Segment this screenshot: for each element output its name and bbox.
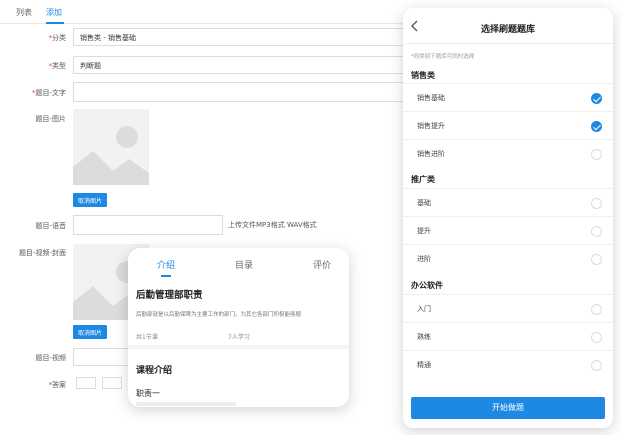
cancel-image-button[interactable]: 取消图片	[73, 193, 108, 207]
video-upload-field[interactable]	[73, 348, 133, 366]
image-placeholder-icon	[73, 109, 149, 185]
group-title: 推广类	[411, 175, 435, 184]
section-divider	[128, 345, 349, 349]
checked-circle-icon[interactable]	[591, 93, 602, 104]
unchecked-circle-icon[interactable]	[591, 360, 602, 371]
option-label: 销售基础	[417, 94, 445, 102]
type-field[interactable]: 判断题	[73, 56, 413, 74]
unchecked-circle-icon[interactable]	[591, 254, 602, 265]
question-text-field[interactable]	[73, 82, 413, 102]
option-label: 销售提升	[417, 122, 445, 130]
option-label: 入门	[417, 305, 431, 313]
bank-option[interactable]: 销售提升	[403, 111, 613, 139]
question-text-label: *题目-文字	[31, 89, 66, 97]
option-label: 熟练	[417, 333, 431, 341]
active-tab-indicator	[161, 275, 171, 277]
selector-title: 选择刷题题库	[480, 25, 535, 35]
option-label: 基础	[417, 199, 431, 207]
tab-list[interactable]: 列表	[16, 7, 32, 18]
unchecked-circle-icon[interactable]	[591, 149, 602, 160]
unchecked-circle-icon[interactable]	[591, 332, 602, 343]
bank-option[interactable]: 进阶	[403, 244, 613, 272]
subsection-title: 职责一	[136, 389, 160, 398]
bank-option[interactable]: 基础	[403, 188, 613, 216]
question-video-label: 题目-视频	[35, 354, 66, 362]
bank-option[interactable]: 精通	[403, 350, 613, 378]
unchecked-circle-icon[interactable]	[591, 304, 602, 315]
group-title: 销售类	[411, 71, 435, 80]
header-divider	[403, 43, 613, 44]
audio-upload-field[interactable]	[73, 215, 223, 235]
bank-option[interactable]: 提升	[403, 216, 613, 244]
type-label: *类型	[48, 62, 67, 70]
faded-text-line	[136, 402, 236, 406]
bank-option[interactable]: 销售进阶	[403, 139, 613, 167]
answer-option[interactable]	[102, 377, 122, 389]
selector-note: *同类别下题库可同时选择	[411, 54, 475, 60]
tab-add[interactable]: 添加	[46, 7, 62, 18]
course-detail-card: 介绍 目录 评价 后勤管理部职责 后勤部就是以后勤保障为主要工作的部门。为其它各…	[128, 248, 349, 407]
bank-option[interactable]: 入门	[403, 294, 613, 322]
group-title: 办公软件	[411, 281, 443, 290]
answer-option[interactable]	[76, 377, 96, 389]
course-description: 后勤部就是以后勤保障为主要工作的部门。为其它各部门积极能够顺	[136, 312, 302, 318]
tab-intro[interactable]: 介绍	[157, 258, 175, 271]
learner-count: 7人学习	[228, 334, 250, 341]
answer-label: *答案	[48, 381, 67, 389]
bank-option[interactable]: 销售基础	[403, 83, 613, 111]
unchecked-circle-icon[interactable]	[591, 226, 602, 237]
option-label: 提升	[417, 227, 431, 235]
section-title: 课程介绍	[136, 366, 173, 376]
bank-option[interactable]: 熟练	[403, 322, 613, 350]
admin-tab-bar: 列表 添加	[0, 0, 430, 24]
option-label: 销售进阶	[417, 150, 445, 158]
category-field[interactable]: 销售类 - 销售基础	[73, 28, 413, 46]
course-title: 后勤管理部职责	[136, 290, 203, 301]
checked-circle-icon[interactable]	[591, 121, 602, 132]
active-tab-indicator	[46, 22, 64, 24]
question-image-label: 题目-图片	[35, 115, 66, 123]
tab-reviews[interactable]: 评价	[313, 258, 331, 271]
tab-catalog[interactable]: 目录	[235, 258, 253, 271]
unchecked-circle-icon[interactable]	[591, 198, 602, 209]
image-placeholder	[73, 109, 149, 185]
question-audio-label: 题目-语音	[35, 222, 66, 230]
video-cover-label: 题目-视频-封面	[18, 249, 66, 257]
category-label: *分类	[48, 34, 67, 42]
audio-format-hint: 上传文件MP3格式 WAV格式	[228, 221, 317, 229]
option-label: 进阶	[417, 255, 431, 263]
start-quiz-button[interactable]: 开始做题	[411, 397, 605, 419]
option-label: 精通	[417, 361, 431, 369]
cancel-video-cover-button[interactable]: 取消图片	[73, 325, 108, 339]
lesson-count: 共1节课	[136, 334, 158, 341]
question-bank-selector: 选择刷题题库 *同类别下题库可同时选择 销售类 销售基础 销售提升 销售进阶 推…	[403, 8, 613, 428]
